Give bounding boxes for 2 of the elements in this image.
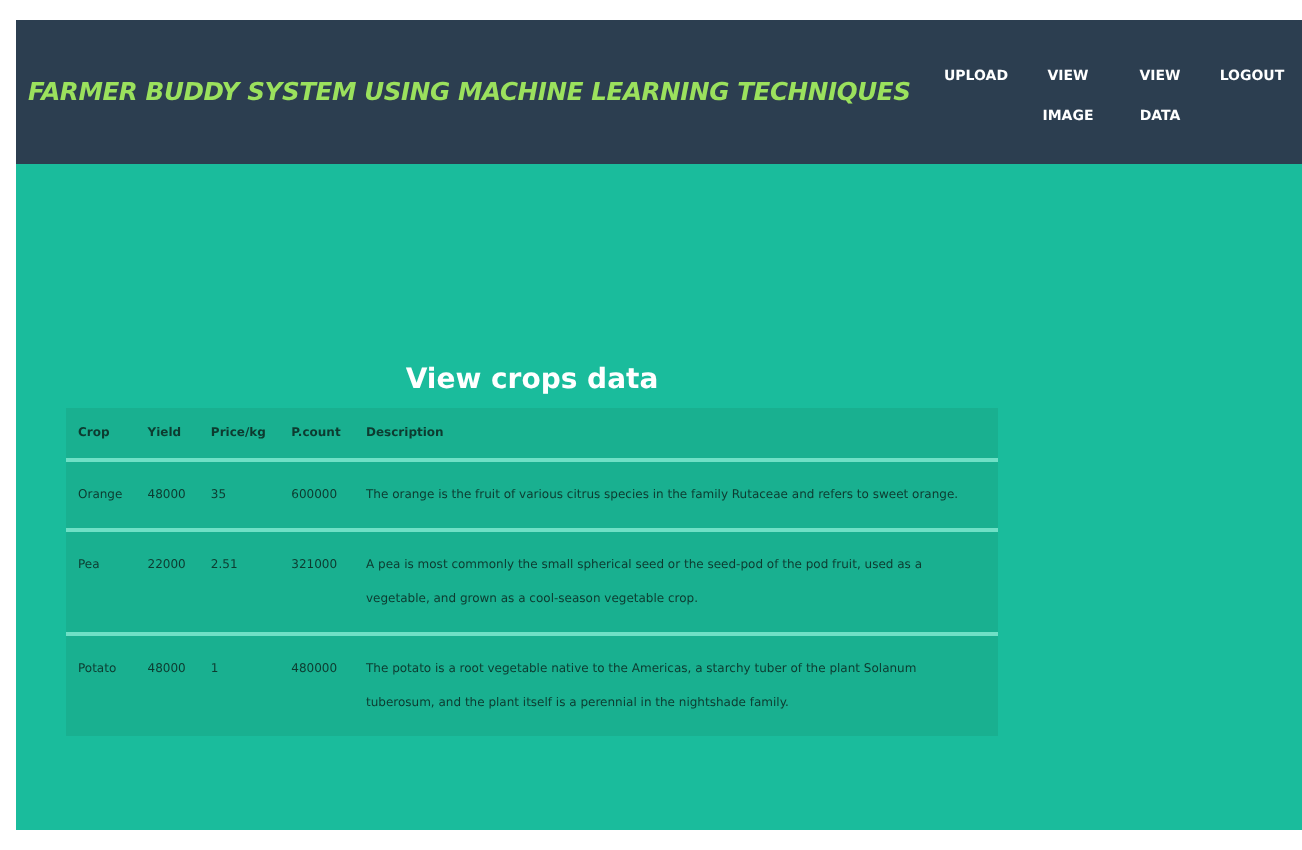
site-title: FARMER BUDDY SYSTEM USING MACHINE LEARNING TECHNIQUES xyxy=(28,78,911,106)
page-heading: View crops data xyxy=(403,364,661,396)
